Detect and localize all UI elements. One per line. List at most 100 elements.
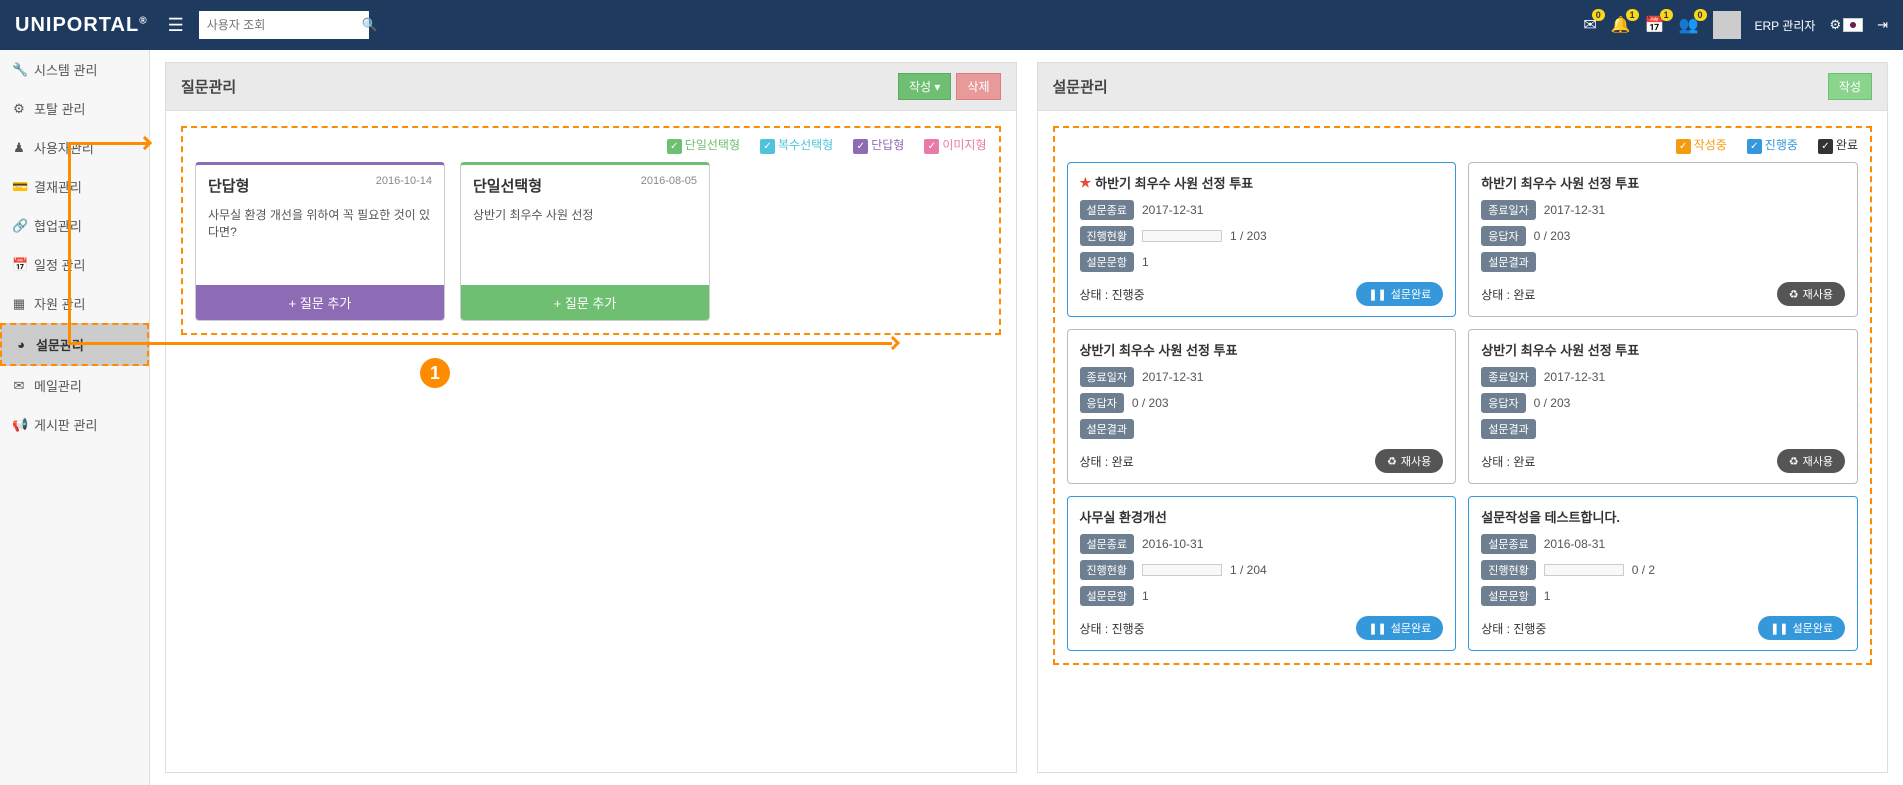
sidebar-item-label: 일정 관리 [34,255,85,274]
sidebar-item-calendar[interactable]: 📅일정 관리 [0,245,149,284]
search-icon[interactable]: 🔍 [362,17,378,33]
card-body: 사무실 환경 개선을 위하여 꼭 필요한 것이 있다면? [196,200,444,285]
flag-korea-icon[interactable] [1843,18,1863,32]
field-value: 2017-12-31 [1142,203,1203,217]
field-label: 진행현황 [1080,226,1134,246]
add-question-button[interactable]: + 질문 추가 [196,285,444,320]
complete-button[interactable]: ❚❚설문완료 [1356,282,1443,306]
sidebar-item-label: 사용자관리 [34,138,94,157]
star-icon: ★ [1080,175,1092,191]
avatar[interactable] [1713,11,1741,39]
card-title: 상반기 최우수 사원 선정 투표 [1481,340,1845,359]
survey-card[interactable]: 하반기 최우수 사원 선정 투표종료일자2017-12-31응답자0 / 203… [1468,162,1858,317]
sidebar-item-wrench[interactable]: 🔧시스템 관리 [0,50,149,89]
question-card[interactable]: 단답형2016-10-14사무실 환경 개선을 위하여 꼭 필요한 것이 있다면… [195,162,445,321]
envelope-icon: ✉ [12,378,26,394]
survey-card[interactable]: 상반기 최우수 사원 선정 투표종료일자2017-12-31응답자0 / 203… [1468,329,1858,484]
field-label: 설문문항 [1481,586,1535,606]
sidebar-item-bullhorn[interactable]: 📢게시판 관리 [0,405,149,444]
sidebar-item-label: 포탈 관리 [34,99,85,118]
menu-toggle-icon[interactable]: ☰ [168,15,184,36]
question-card[interactable]: 단일선택형2016-08-05상반기 최우수 사원 선정+ 질문 추가 [460,162,710,321]
status-text: 상태 : 완료 [1080,453,1134,470]
field-label: 설문문항 [1080,252,1134,272]
sidebar-item-user[interactable]: ♟사용자관리 [0,128,149,167]
sidebar-item-envelope[interactable]: ✉ 메일관리 [0,366,149,405]
sidebar-item-link[interactable]: 🔗 협업관리 [0,206,149,245]
card-icon: 💳 [12,179,26,195]
field-value: 0 / 2 [1632,563,1655,577]
sidebar-item-label: 게시판 관리 [34,415,97,434]
field-value: 1 / 204 [1230,563,1267,577]
sidebar-item-label: 협업관리 [34,216,82,235]
sidebar-item-label: 시스템 관리 [34,60,97,79]
annotation-line [68,142,71,345]
sidebar-item-label: 메일관리 [34,376,82,395]
complete-button[interactable]: ❚❚설문완료 [1356,616,1443,640]
add-question-button[interactable]: + 질문 추가 [461,285,709,320]
sidebar-item-label: 결재관리 [34,177,82,196]
user-name: ERP 관리자 [1755,17,1816,34]
pause-icon: ❚❚ [1770,622,1788,635]
survey-panel: 설문관리 작성 ✓작성중✓진행중✓완료 ★하반기 최우수 사원 선정 투표설문종… [1037,62,1889,773]
users-icon[interactable]: 👥0 [1679,15,1699,35]
settings-icon[interactable]: ⚙ [1829,17,1841,33]
question-area: ✓단일선택형✓복수선택형✓단답형✓이미지형 단답형2016-10-14사무실 환… [181,126,1001,335]
link-icon: 🔗 [12,218,26,234]
complete-button[interactable]: ❚❚설문완료 [1758,616,1845,640]
field-value: 2016-10-31 [1142,537,1203,551]
progress-bar [1544,564,1624,576]
pause-icon: ❚❚ [1368,622,1386,635]
card-title: 하반기 최우수 사원 선정 투표 [1481,173,1845,192]
check-icon: ✓ [853,139,868,154]
create-button[interactable]: 작성 [1828,73,1872,100]
recycle-icon: ♻ [1789,455,1799,468]
reuse-button[interactable]: ♻재사용 [1777,282,1845,306]
legend-item: ✓작성중 [1666,138,1727,152]
create-button[interactable]: 작성 ▾ [898,73,951,100]
recycle-icon: ♻ [1789,288,1799,301]
survey-card[interactable]: ★하반기 최우수 사원 선정 투표설문종료2017-12-31진행현황1 / 2… [1067,162,1457,317]
legend: ✓단일선택형✓복수선택형✓단답형✓이미지형 [195,136,987,154]
logout-icon[interactable]: ⇥ [1877,17,1888,33]
reuse-button[interactable]: ♻재사용 [1375,449,1443,473]
panel-title: 질문관리 [181,76,236,97]
field-label: 응답자 [1080,393,1124,413]
box-icon: ▦ [12,296,26,312]
logo: UNIPORTAL® [15,14,148,37]
field-label: 응답자 [1481,393,1525,413]
survey-card[interactable]: 상반기 최우수 사원 선정 투표종료일자2017-12-31응답자0 / 203… [1067,329,1457,484]
field-label: 설문결과 [1080,419,1134,439]
sidebar-item-cogs[interactable]: ⚙ 포탈 관리 [0,89,149,128]
legend-item: ✓완료 [1808,138,1858,152]
calendar-icon[interactable]: 📅1 [1645,15,1665,35]
status-text: 상태 : 진행중 [1080,620,1145,637]
search-box[interactable]: 🔍 [199,11,369,39]
sidebar-item-card[interactable]: 💳 결재관리 [0,167,149,206]
field-label: 설문결과 [1481,419,1535,439]
status-text: 상태 : 진행중 [1481,620,1546,637]
field-value: 1 [1142,589,1149,603]
field-value: 1 / 203 [1230,229,1267,243]
status-text: 상태 : 완료 [1481,286,1535,303]
recycle-icon: ♻ [1387,455,1397,468]
field-value: 2017-12-31 [1544,203,1605,217]
field-value: 0 / 203 [1132,396,1169,410]
survey-card[interactable]: 사무실 환경개선설문종료2016-10-31진행현황1 / 204설문문항1상태… [1067,496,1457,651]
status-text: 상태 : 완료 [1481,453,1535,470]
reuse-button[interactable]: ♻재사용 [1777,449,1845,473]
cogs-icon: ⚙ [12,101,26,117]
question-panel: 질문관리 작성 ▾ 삭제 ✓단일선택형✓복수선택형✓단답형✓이미지형 단답형20… [165,62,1017,773]
search-input[interactable] [207,18,362,32]
field-label: 진행현황 [1481,560,1535,580]
field-value: 0 / 203 [1534,396,1571,410]
survey-area: ✓작성중✓진행중✓완료 ★하반기 최우수 사원 선정 투표설문종료2017-12… [1053,126,1873,665]
progress-bar [1142,564,1222,576]
survey-card[interactable]: 설문작성을 테스트합니다.설문종료2016-08-31진행현황0 / 2설문문항… [1468,496,1858,651]
header-right: ✉0 🔔1 📅1 👥0 ERP 관리자 ⚙ ⇥ [1583,11,1888,39]
panel-title: 설문관리 [1053,76,1108,97]
sidebar-item-box[interactable]: ▦자원 관리 [0,284,149,323]
mail-icon[interactable]: ✉0 [1583,15,1596,35]
bell-icon[interactable]: 🔔1 [1611,15,1631,35]
delete-button[interactable]: 삭제 [956,73,1000,100]
